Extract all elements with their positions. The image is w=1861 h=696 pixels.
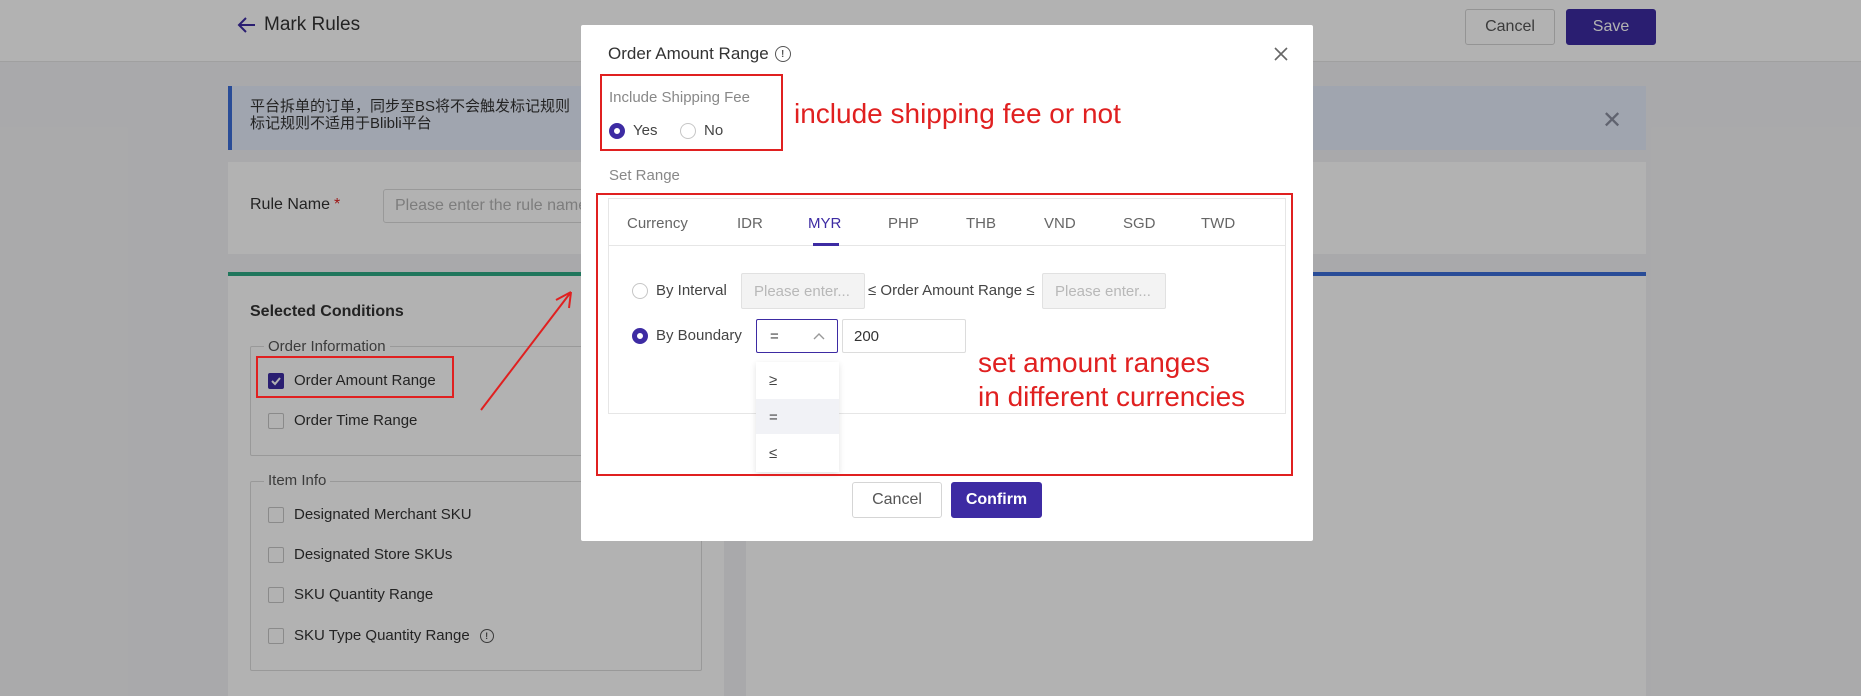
modal-title: Order Amount Range ! xyxy=(608,44,791,64)
annotation-box-shipping xyxy=(600,74,783,151)
annotation-arrow-icon xyxy=(480,291,572,411)
info-icon[interactable]: ! xyxy=(774,46,791,62)
annotation-box-set-range xyxy=(596,193,1293,476)
close-icon[interactable] xyxy=(1270,43,1292,65)
modal-confirm-button[interactable]: Confirm xyxy=(951,482,1042,518)
annotation-shipping-text: include shipping fee or not xyxy=(794,98,1121,129)
annotation-range-text-2: in different currencies xyxy=(978,381,1246,412)
modal-cancel-button[interactable]: Cancel xyxy=(852,482,942,518)
annotation-box-order-amount xyxy=(256,356,454,398)
set-range-label: Set Range xyxy=(609,167,680,184)
annotation-range-text-1: set amount ranges xyxy=(978,347,1210,378)
modal-title-text: Order Amount Range xyxy=(608,44,769,63)
